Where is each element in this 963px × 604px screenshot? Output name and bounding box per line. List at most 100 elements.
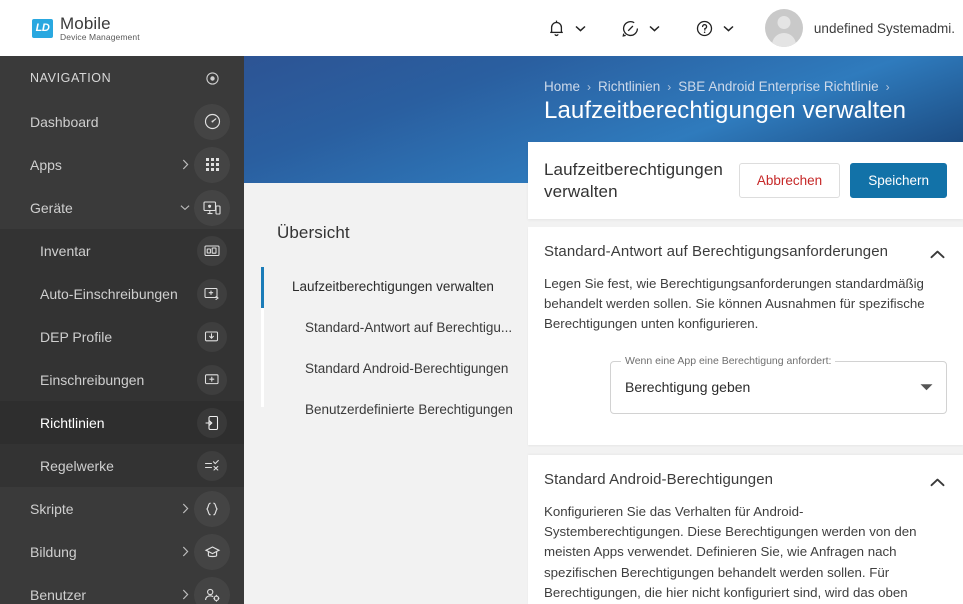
section-header[interactable]: Standard Android-Berechtigungen — [528, 455, 963, 492]
section-standard-antwort: Standard-Antwort auf Berechtigungsanford… — [528, 227, 963, 445]
dropdown-arrow-icon — [920, 378, 933, 396]
sidebar-item-richtlinien[interactable]: Richtlinien — [0, 401, 244, 444]
target-icon[interactable] — [198, 64, 226, 92]
breadcrumb-item-home[interactable]: Home — [544, 79, 580, 94]
sidebar-item-label: Geräte — [30, 200, 73, 216]
section-description: Konfigurieren Sie das Verhalten für Andr… — [528, 492, 963, 604]
cancel-button[interactable]: Abbrechen — [739, 163, 840, 198]
help-menu[interactable] — [677, 0, 751, 56]
speedometer-icon — [194, 104, 230, 140]
sidebar-item-geraete[interactable]: Geräte — [0, 186, 244, 229]
sidebar-item-benutzer[interactable]: Benutzer — [0, 573, 244, 604]
permission-default-field-wrap: Wenn eine App eine Berechtigung anforder… — [528, 335, 963, 414]
sidebar-section-header: NAVIGATION — [0, 56, 244, 100]
sidebar-item-label: Dashboard — [30, 114, 99, 130]
sidebar-section-label: NAVIGATION — [30, 71, 111, 85]
sidebar-item-label: Skripte — [30, 501, 74, 517]
breadcrumb-item-richtlinien[interactable]: Richtlinien — [598, 79, 660, 94]
sidebar-item-einschreibungen[interactable]: Einschreibungen — [0, 358, 244, 401]
overview-title: Übersicht — [244, 183, 528, 243]
braces-icon — [194, 491, 230, 527]
user-menu[interactable]: undefined Systemadmi. — [751, 9, 963, 47]
sidebar-item-regelwerke[interactable]: Regelwerke — [0, 444, 244, 487]
section-standard-android: Standard Android-Berechtigungen Konfigur… — [528, 455, 963, 604]
overview-item-standard-android[interactable]: Standard Android-Berechtigungen — [244, 349, 528, 390]
brand-subtitle: Device Management — [60, 33, 140, 42]
compass-icon — [620, 17, 642, 39]
chevron-right-icon — [180, 590, 190, 600]
breadcrumb-separator: › — [667, 80, 671, 94]
grid-apps-icon — [194, 147, 230, 183]
policy-icon — [197, 408, 227, 438]
enrollment-icon — [197, 365, 227, 395]
user-avatar-icon — [765, 9, 803, 47]
chevron-up-icon[interactable] — [930, 471, 945, 492]
sidebar-item-bildung[interactable]: Bildung — [0, 530, 244, 573]
chevron-down-icon — [723, 23, 734, 34]
app-root: LD Mobile Device Management — [0, 0, 963, 604]
chevron-right-icon — [180, 504, 190, 514]
sidebar-item-label: Benutzer — [30, 587, 86, 603]
overview-panel: Übersicht Laufzeitberechtigungen verwalt… — [244, 183, 528, 604]
auto-enroll-icon — [197, 279, 227, 309]
user-name-label: undefined Systemadmi. — [814, 21, 955, 36]
bell-icon — [546, 17, 568, 39]
sidebar-item-label: Bildung — [30, 544, 77, 560]
user-settings-icon — [194, 577, 230, 604]
card-title: Laufzeitberechtigungen verwalten — [544, 159, 739, 203]
sidebar-item-label: Inventar — [40, 243, 91, 259]
breadcrumb-separator: › — [587, 80, 591, 94]
page-title: Laufzeitberechtigungen verwalten — [544, 97, 906, 125]
overview-item-benutzerdefinierte[interactable]: Benutzerdefinierte Berechtigungen — [244, 390, 528, 431]
header-actions: undefined Systemadmi. — [529, 0, 963, 56]
help-circle-icon — [694, 17, 716, 39]
sidebar-subgroup-geraete: Inventar Auto-Einschreibungen — [0, 229, 244, 487]
sidebar-item-auto-einschreibungen[interactable]: Auto-Einschreibungen — [0, 272, 244, 315]
chevron-down-icon — [575, 23, 586, 34]
breadcrumb: Home › Richtlinien › SBE Android Enterpr… — [544, 79, 890, 94]
section-title: Standard Android-Berechtigungen — [544, 471, 773, 488]
sidebar-item-label: Regelwerke — [40, 458, 114, 474]
section-title: Standard-Antwort auf Berechtigungsanford… — [544, 243, 888, 260]
chevron-down-icon — [649, 23, 660, 34]
rules-icon — [197, 451, 227, 481]
sidebar-item-apps[interactable]: Apps — [0, 143, 244, 186]
sidebar-item-skripte[interactable]: Skripte — [0, 487, 244, 530]
brand-mark-icon: LD — [32, 19, 53, 38]
sidebar-item-label: Apps — [30, 157, 62, 173]
compass-menu[interactable] — [603, 0, 677, 56]
save-button[interactable]: Speichern — [850, 163, 947, 198]
sidebar-item-label: Richtlinien — [40, 415, 105, 431]
chevron-right-icon — [180, 547, 190, 557]
chevron-up-icon[interactable] — [930, 243, 945, 264]
chevron-down-icon — [180, 203, 190, 213]
permission-default-label: Wenn eine App eine Berechtigung anforder… — [621, 355, 835, 367]
section-header[interactable]: Standard-Antwort auf Berechtigungsanford… — [528, 227, 963, 264]
brand-logo[interactable]: LD Mobile Device Management — [32, 15, 140, 42]
overview-list: Laufzeitberechtigungen verwalten Standar… — [244, 267, 528, 431]
section-description: Legen Sie fest, wie Berechtigungsanforde… — [528, 264, 963, 335]
top-header-bar: LD Mobile Device Management — [0, 0, 963, 56]
chevron-right-icon — [180, 160, 190, 170]
inventory-icon — [197, 236, 227, 266]
permission-default-select[interactable]: Wenn eine App eine Berechtigung anforder… — [610, 361, 947, 414]
overview-item-laufzeitberechtigungen[interactable]: Laufzeitberechtigungen verwalten — [244, 267, 528, 308]
card-actions: Abbrechen Speichern — [739, 163, 947, 198]
breadcrumb-item-policy[interactable]: SBE Android Enterprise Richtlinie — [678, 79, 878, 94]
graduation-cap-icon — [194, 534, 230, 570]
sidebar-navigation: NAVIGATION Dashboard Apps — [0, 56, 244, 604]
card-header: Laufzeitberechtigungen verwalten Abbrech… — [528, 142, 963, 219]
sidebar-item-dep-profile[interactable]: DEP Profile — [0, 315, 244, 358]
permission-default-value: Berechtigung geben — [625, 379, 750, 395]
devices-icon — [194, 190, 230, 226]
sidebar-item-label: DEP Profile — [40, 329, 112, 345]
sidebar-item-dashboard[interactable]: Dashboard — [0, 100, 244, 143]
dep-profile-icon — [197, 322, 227, 352]
notifications-menu[interactable] — [529, 0, 603, 56]
sidebar-item-inventar[interactable]: Inventar — [0, 229, 244, 272]
overview-item-standard-antwort[interactable]: Standard-Antwort auf Berechtigu... — [244, 308, 528, 349]
brand-title: Mobile — [60, 15, 140, 32]
sidebar-item-label: Einschreibungen — [40, 372, 144, 388]
breadcrumb-separator-trailing: › — [886, 80, 890, 94]
sidebar-item-label: Auto-Einschreibungen — [40, 286, 178, 302]
